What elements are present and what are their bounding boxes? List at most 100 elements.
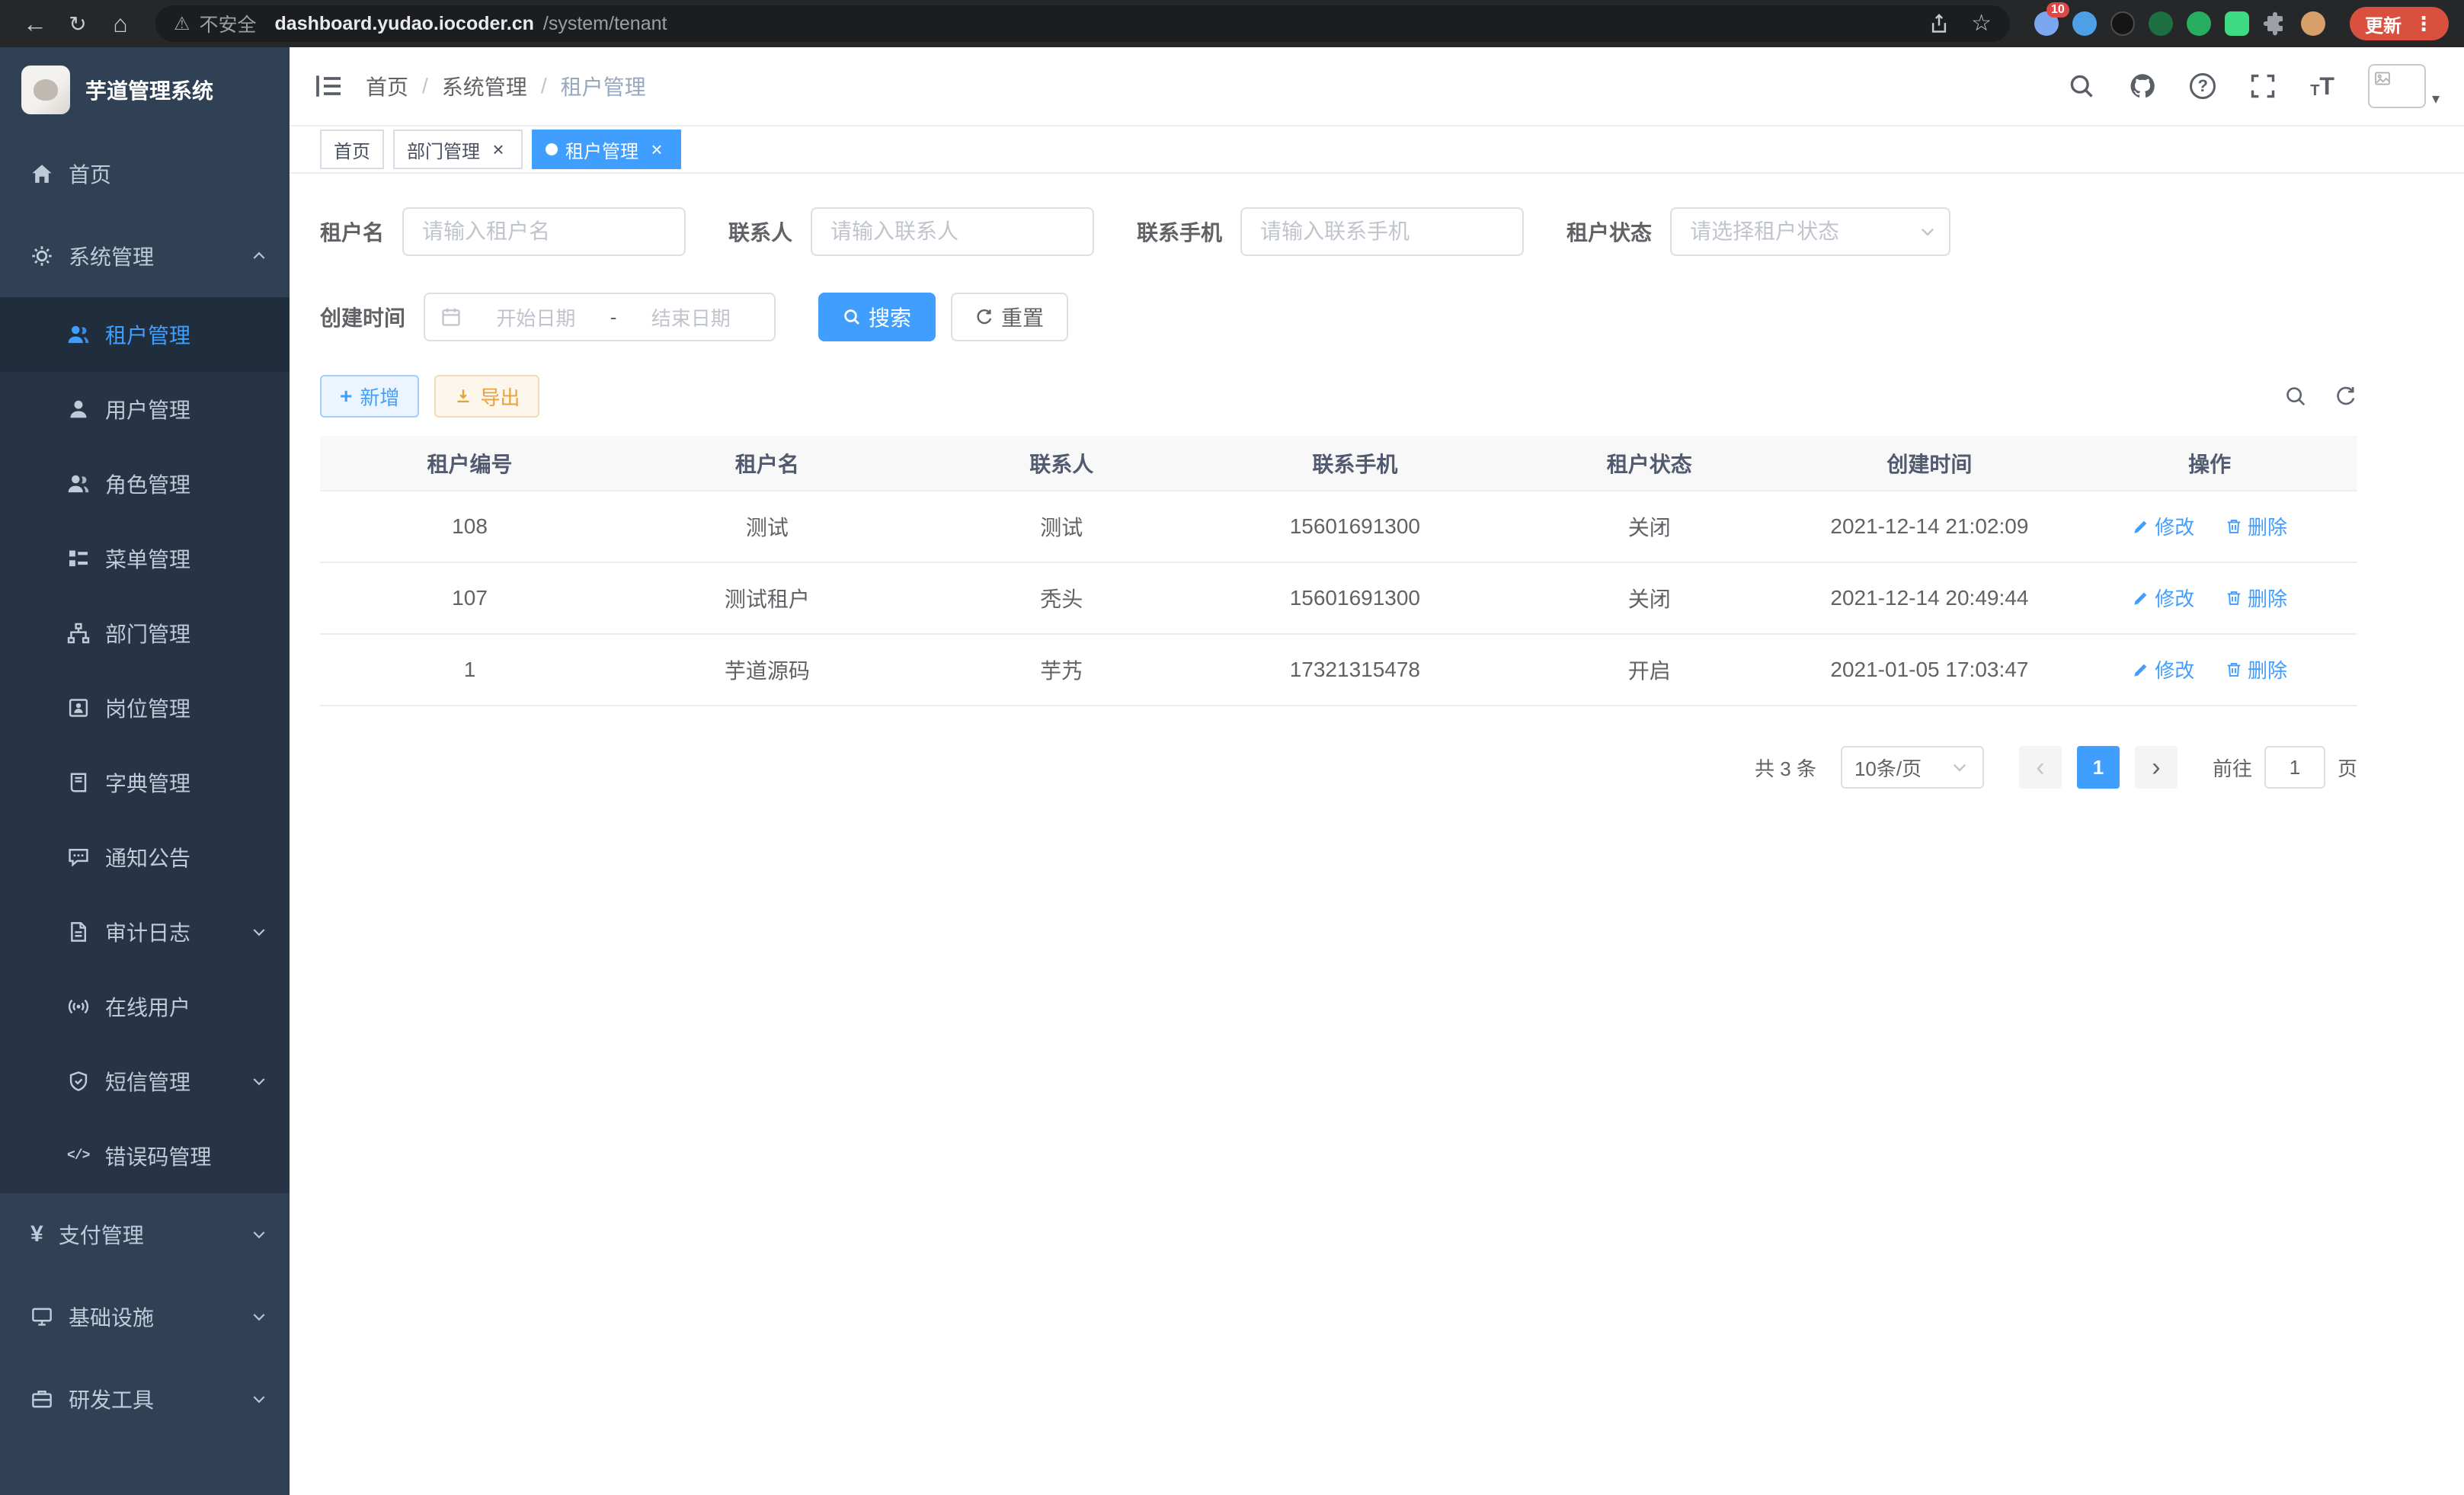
- browser-reload-button[interactable]: ↻: [58, 4, 98, 43]
- cell-actions: 修改 删除: [2062, 634, 2357, 706]
- github-icon[interactable]: [2129, 72, 2156, 100]
- sidebar-item-label: 支付管理: [59, 1219, 144, 1250]
- sidebar-item-error-code[interactable]: </> 错误码管理: [0, 1119, 290, 1193]
- url-host: dashboard.yudao.iocoder.cn: [275, 13, 534, 35]
- cell-contact: 测试: [915, 491, 1208, 562]
- browser-menu-icon[interactable]: ⋮: [2414, 14, 2434, 34]
- col-phone: 联系手机: [1208, 436, 1502, 491]
- sidebar-item-menu[interactable]: 菜单管理: [0, 521, 290, 596]
- sidebar-item-notice[interactable]: 通知公告: [0, 820, 290, 895]
- create-time-range-picker[interactable]: 开始日期 - 结束日期: [424, 293, 776, 341]
- sidebar-item-system[interactable]: 系统管理: [0, 215, 290, 297]
- tenant-status-input[interactable]: [1670, 207, 1950, 256]
- tab-dept[interactable]: 部门管理 ×: [393, 130, 523, 169]
- tenant-name-input[interactable]: [402, 207, 686, 256]
- prev-page-button[interactable]: ‹: [2019, 746, 2062, 789]
- sidebar-item-user[interactable]: 用户管理: [0, 372, 290, 447]
- sidebar-item-role[interactable]: 角色管理: [0, 447, 290, 521]
- sidebar-item-dict[interactable]: 字典管理: [0, 745, 290, 820]
- edit-button[interactable]: 修改: [2132, 512, 2194, 540]
- extension-icon-5[interactable]: [2187, 11, 2211, 36]
- sidebar-item-sms[interactable]: 短信管理: [0, 1044, 290, 1119]
- extension-icon-4[interactable]: [2149, 11, 2173, 36]
- profile-avatar-icon[interactable]: [2301, 11, 2325, 36]
- end-date-placeholder: 结束日期: [622, 303, 759, 331]
- chevron-down-icon: [250, 1308, 268, 1326]
- yen-icon: ¥: [30, 1223, 43, 1246]
- sidebar-item-label: 菜单管理: [105, 543, 190, 574]
- sidebar-item-dev-tools[interactable]: 研发工具: [0, 1358, 290, 1440]
- pencil-icon: [2132, 661, 2150, 679]
- export-button[interactable]: 导出: [434, 375, 539, 418]
- add-label: 新增: [360, 383, 399, 411]
- filter-create-time: 创建时间 开始日期 - 结束日期: [320, 293, 776, 341]
- sidebar-item-home[interactable]: 首页: [0, 133, 290, 215]
- delete-button[interactable]: 删除: [2225, 655, 2287, 683]
- extensions-puzzle-icon[interactable]: [2263, 11, 2287, 36]
- edit-label: 修改: [2155, 584, 2194, 612]
- filter-row-2: 创建时间 开始日期 - 结束日期 搜索 重置: [320, 293, 2357, 341]
- extension-icon-6[interactable]: [2225, 11, 2249, 36]
- browser-update-button[interactable]: 更新 ⋮: [2350, 7, 2449, 40]
- phone-input[interactable]: [1240, 207, 1524, 256]
- table-row: 108 测试 测试 15601691300 关闭 2021-12-14 21:0…: [320, 491, 2357, 562]
- hide-search-icon[interactable]: [2284, 385, 2307, 408]
- tab-close-icon[interactable]: ×: [646, 139, 667, 160]
- add-button[interactable]: + 新增: [320, 375, 419, 418]
- breadcrumb-home[interactable]: 首页: [366, 71, 408, 101]
- tab-tenant[interactable]: 租户管理 ×: [532, 130, 681, 169]
- search-icon: [843, 308, 861, 326]
- tab-home[interactable]: 首页: [320, 130, 384, 169]
- extension-icon-1[interactable]: 10: [2034, 11, 2059, 36]
- reset-button[interactable]: 重置: [951, 293, 1068, 341]
- security-label[interactable]: 不安全: [200, 10, 257, 37]
- sidebar-item-infra[interactable]: 基础设施: [0, 1276, 290, 1358]
- extensions-row: 10: [2034, 11, 2325, 36]
- search-button[interactable]: 搜索: [818, 293, 936, 341]
- extension-icon-2[interactable]: [2072, 11, 2097, 36]
- page-jump-input[interactable]: [2264, 746, 2325, 789]
- sidebar-item-tenant[interactable]: 租户管理: [0, 297, 290, 372]
- sidebar-item-dept[interactable]: 部门管理: [0, 596, 290, 671]
- help-icon[interactable]: ?: [2190, 73, 2216, 99]
- search-label: 搜索: [869, 302, 911, 332]
- plus-icon: +: [340, 386, 352, 407]
- edit-button[interactable]: 修改: [2132, 584, 2194, 612]
- browser-home-button[interactable]: ⌂: [101, 4, 140, 43]
- sidebar-item-label: 部门管理: [105, 618, 190, 648]
- refresh-icon[interactable]: [2334, 385, 2357, 408]
- delete-button[interactable]: 删除: [2225, 584, 2287, 612]
- sidebar-item-post[interactable]: 岗位管理: [0, 671, 290, 745]
- share-icon[interactable]: [1928, 13, 1950, 34]
- address-bar[interactable]: ⚠ 不安全 dashboard.yudao.iocoder.cn /system…: [155, 5, 2010, 42]
- trash-icon: [2225, 661, 2243, 679]
- delete-button[interactable]: 删除: [2225, 512, 2287, 540]
- page-1-button[interactable]: 1: [2077, 746, 2120, 789]
- sidebar-item-online-users[interactable]: 在线用户: [0, 969, 290, 1044]
- search-icon[interactable]: [2068, 72, 2095, 100]
- tenant-status-select[interactable]: [1670, 207, 1950, 256]
- sidebar-submenu-system: 租户管理 用户管理 角色管理 菜单管理: [0, 297, 290, 1193]
- browser-back-button[interactable]: ←: [15, 4, 55, 43]
- edit-button[interactable]: 修改: [2132, 655, 2194, 683]
- font-size-icon[interactable]: TT: [2310, 74, 2334, 98]
- sidebar-item-label: 岗位管理: [105, 693, 190, 723]
- page-size-select[interactable]: 10条/页: [1841, 746, 1984, 789]
- fullscreen-icon[interactable]: [2249, 72, 2277, 100]
- app-logo[interactable]: 芋道管理系统: [0, 47, 290, 133]
- bookmark-star-icon[interactable]: ☆: [1971, 12, 1992, 35]
- next-page-button[interactable]: ›: [2135, 746, 2178, 789]
- extension-icon-3[interactable]: [2110, 11, 2135, 36]
- sidebar-item-audit-log[interactable]: 审计日志: [0, 895, 290, 969]
- tab-close-icon[interactable]: ×: [488, 139, 509, 160]
- field-label: 创建时间: [320, 302, 405, 332]
- sidebar-collapse-icon[interactable]: [314, 71, 344, 101]
- sidebar-item-label: 租户管理: [105, 319, 190, 350]
- breadcrumb-system[interactable]: 系统管理: [442, 71, 527, 101]
- table-header-row: 租户编号 租户名 联系人 联系手机 租户状态 创建时间 操作: [320, 436, 2357, 491]
- contact-input[interactable]: [811, 207, 1094, 256]
- cell-status: 关闭: [1502, 491, 1797, 562]
- sidebar-item-payment[interactable]: ¥ 支付管理: [0, 1193, 290, 1276]
- user-avatar-menu[interactable]: ▾: [2368, 64, 2440, 108]
- sidebar-item-label: 研发工具: [69, 1384, 154, 1414]
